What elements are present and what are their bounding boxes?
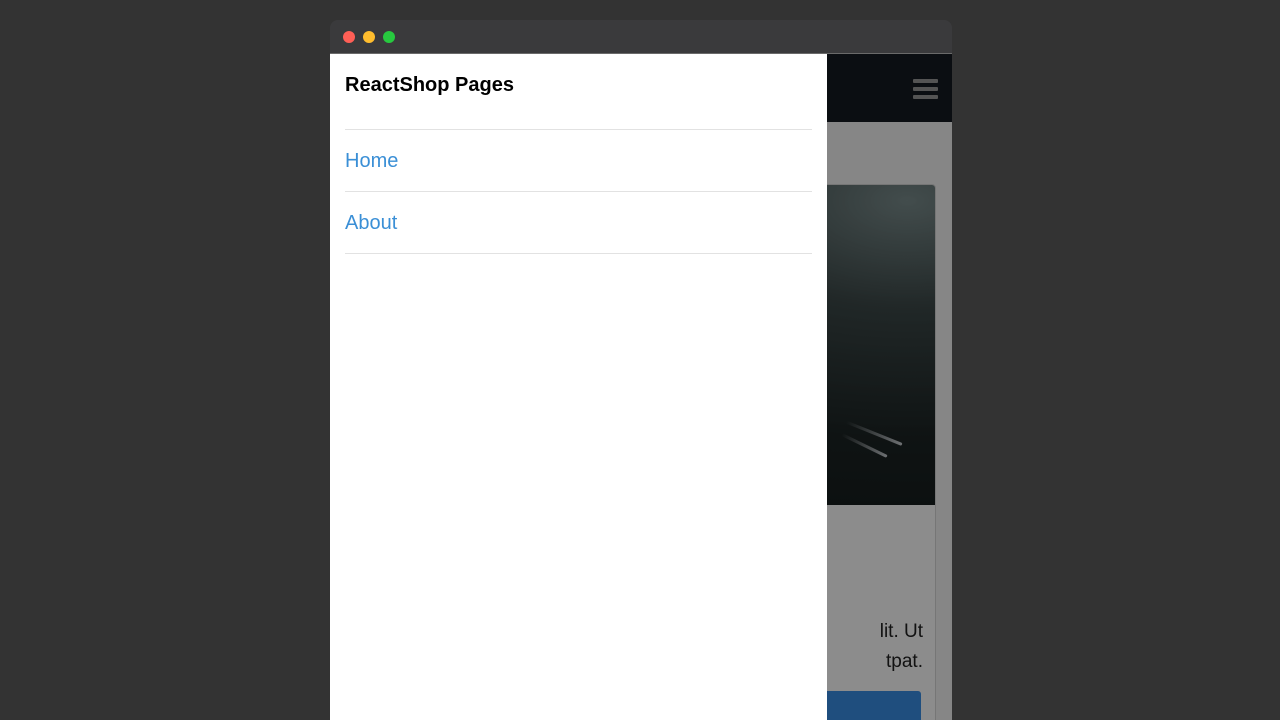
side-drawer: ReactShop Pages Home About <box>330 54 827 720</box>
drawer-title: ReactShop Pages <box>345 74 514 96</box>
drawer-item-home[interactable]: Home <box>345 130 812 192</box>
drawer-item-about[interactable]: About <box>345 192 812 254</box>
maximize-window-button[interactable] <box>383 31 395 43</box>
close-window-button[interactable] <box>343 31 355 43</box>
window-titlebar <box>330 20 952 53</box>
drawer-nav-list: Home About <box>345 129 812 254</box>
page-viewport: lit. Ut tpat. ReactShop Pages Home About <box>330 53 952 720</box>
minimize-window-button[interactable] <box>363 31 375 43</box>
browser-window: lit. Ut tpat. ReactShop Pages Home About <box>330 20 952 720</box>
